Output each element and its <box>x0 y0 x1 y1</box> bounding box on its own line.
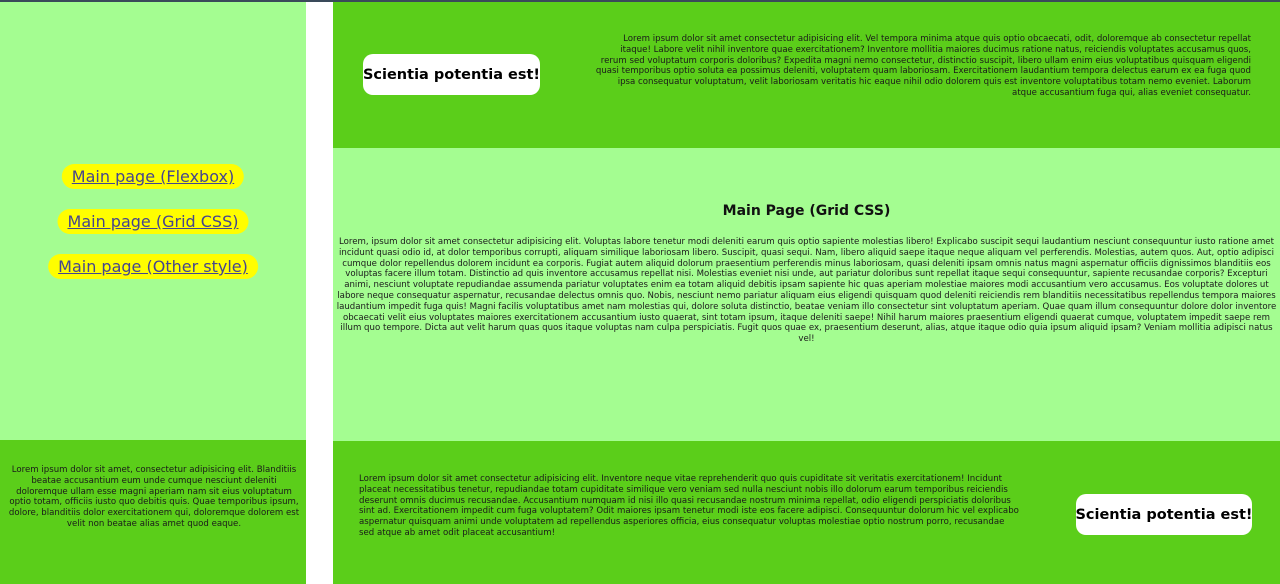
footer-motto-badge: Scientia potentia est! <box>1075 494 1253 535</box>
footer-right: Lorem ipsum dolor sit amet consectetur a… <box>333 441 1280 584</box>
nav-link-other-style[interactable]: Main page (Other style) <box>48 254 258 279</box>
page-title: Main Page (Grid CSS) <box>722 203 891 219</box>
footer-left: Lorem ipsum dolor sit amet, consectetur … <box>0 440 306 584</box>
sidebar-nav: Main page (Flexbox) Main page (Grid CSS)… <box>0 2 306 440</box>
nav-link-grid-css[interactable]: Main page (Grid CSS) <box>57 209 249 234</box>
nav-link-flexbox[interactable]: Main page (Flexbox) <box>61 164 245 189</box>
header-paragraph: Lorem ipsum dolor sit amet consectetur a… <box>595 34 1251 98</box>
header-section: Scientia potentia est! Lorem ipsum dolor… <box>333 2 1280 148</box>
motto-badge: Scientia potentia est! <box>363 54 540 95</box>
main-paragraph: Lorem, ipsum dolor sit amet consectetur … <box>336 237 1277 345</box>
main-content: Main Page (Grid CSS) Lorem, ipsum dolor … <box>333 148 1280 441</box>
footer-left-paragraph: Lorem ipsum dolor sit amet, consectetur … <box>8 465 300 529</box>
footer-right-paragraph: Lorem ipsum dolor sit amet consectetur a… <box>359 474 1019 538</box>
